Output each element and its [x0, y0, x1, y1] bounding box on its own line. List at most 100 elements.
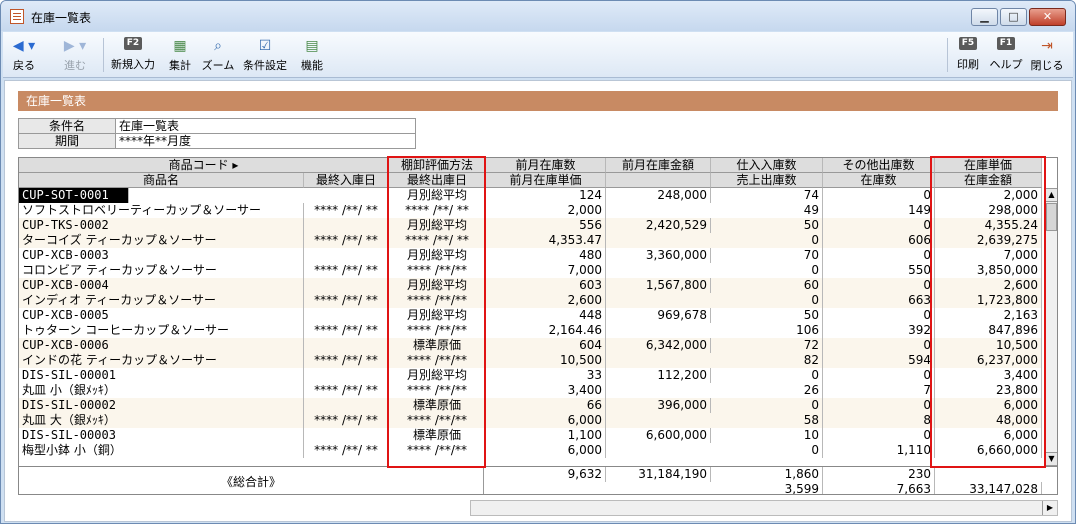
main-window: 在庫一覧表 ▁ □ ✕ ◀ ▾ 戻る ▶ ▾ 進む F2 新規入力 ▦ 集計 ⌕… [0, 0, 1076, 524]
table-row[interactable]: CUP-TKS-0002 月別総平均 556 2,420,529 50 0 4,355.24 [19, 218, 1042, 233]
vertical-scrollbar[interactable]: ▲ ▼ [1044, 188, 1057, 466]
cell-in-qty: 50 [711, 308, 823, 323]
table-row[interactable]: CUP-XCB-0004 月別総平均 603 1,567,800 60 0 2,600 [19, 278, 1042, 293]
help-button[interactable]: F1 ヘルプ [987, 34, 1025, 76]
cell-stock-qty: 550 [823, 263, 935, 278]
cell-stock-amt: 847,896 [935, 323, 1042, 338]
forward-arrow-icon: ▶ ▾ [63, 38, 87, 54]
cell-name: インドの花 ティーカップ＆ソーサー [19, 353, 304, 368]
cell-other-out: 0 [823, 428, 935, 443]
cell-stock-amt: 6,237,000 [935, 353, 1042, 368]
header-purchase-qty: 仕入入庫数 [711, 158, 823, 173]
cell-last-out: **** /**/** [389, 353, 486, 368]
cell-sales-qty: 0 [711, 443, 823, 458]
cell-method: 月別総平均 [389, 218, 486, 233]
cell-unit-price: 2,163 [935, 308, 1042, 323]
table-row[interactable]: コロンビア ティーカップ＆ソーサー **** /**/ ** **** /**/**… [19, 263, 1042, 278]
condition-settings-button[interactable]: ☑ 条件設定 [239, 34, 291, 76]
condition-name-label: 条件名 [18, 118, 116, 134]
table-row[interactable]: 梅型小鉢 小（銅） **** /**/ ** **** /**/** 6,000 0 1,… [19, 443, 1042, 458]
period-label: 期間 [18, 133, 116, 149]
condition-table: 条件名 在庫一覧表 期間 ****年**月度 [18, 118, 416, 149]
table-row[interactable]: インディオ ティーカップ＆ソーサー **** /**/ ** **** /**/**… [19, 293, 1042, 308]
cell-last-in: **** /**/ ** [304, 443, 389, 458]
scroll-down-icon[interactable]: ▼ [1045, 452, 1057, 466]
close-window-button[interactable]: ✕ [1029, 8, 1066, 26]
scroll-thumb[interactable] [1046, 203, 1057, 231]
table-row[interactable]: CUP-SOT-0001 月別総平均 124 248,000 74 0 2,000 [19, 188, 1042, 203]
total-prev-amount: 31,184,190 [606, 467, 711, 482]
minimize-button[interactable]: ▁ [971, 8, 998, 26]
forward-button[interactable]: ▶ ▾ 進む [55, 34, 95, 76]
cell-sales-qty: 58 [711, 413, 823, 428]
horizontal-scrollbar[interactable]: ▶ [470, 500, 1058, 516]
cell-unit-price: 2,600 [935, 278, 1042, 293]
table-row[interactable]: DIS-SIL-00003 標準原価 1,100 6,600,000 10 0 6,000 [19, 428, 1042, 443]
cell-prev-amt: 1,567,800 [606, 278, 711, 293]
cell-last-in: **** /**/ ** [304, 233, 389, 248]
cell-last-in: **** /**/ ** [304, 323, 389, 338]
header-valuation-method: 棚卸評価方法 [389, 158, 486, 173]
cell-unit-price: 10,500 [935, 338, 1042, 353]
cell-prev-unit: 10,500 [486, 353, 606, 368]
scroll-up-icon[interactable]: ▲ [1045, 188, 1057, 202]
header-product-name: 商品名 [19, 173, 304, 188]
table-row[interactable]: 丸皿 大（銀ﾒｯｷ） **** /**/ ** **** /**/** 6,000 58… [19, 413, 1042, 428]
header-row-2: 商品名 最終入庫日 最終出庫日 前月在庫単価 売上出庫数 在庫数 在庫金額 [19, 173, 1042, 188]
cell-stock-qty: 594 [823, 353, 935, 368]
back-button[interactable]: ◀ ▾ 戻る [7, 34, 41, 76]
cell-prev-unit: 6,000 [486, 413, 606, 428]
total-prev-qty: 9,632 [486, 467, 606, 482]
new-entry-button[interactable]: F2 新規入力 [107, 34, 159, 76]
function-button[interactable]: ▤ 機能 [295, 34, 329, 76]
table-row[interactable]: CUP-XCB-0005 月別総平均 448 969,678 50 0 2,163 [19, 308, 1042, 323]
table-row[interactable]: DIS-SIL-00002 標準原価 66 396,000 0 0 6,000 [19, 398, 1042, 413]
section-header: 在庫一覧表 [18, 91, 1058, 111]
cell-name: 梅型小鉢 小（銅） [19, 443, 304, 458]
print-button[interactable]: F5 印刷 [951, 34, 985, 76]
cell-stock-qty: 8 [823, 413, 935, 428]
scroll-right-icon[interactable]: ▶ [1042, 501, 1057, 515]
close-button[interactable]: ⇥ 閉じる [1027, 34, 1067, 76]
table-row[interactable]: トゥターン コーヒーカップ＆ソーサー **** /**/ ** **** /**/*… [19, 323, 1042, 338]
cell-code: CUP-XCB-0004 [19, 278, 304, 293]
cell-last-out: **** /**/** [389, 263, 486, 278]
cell-prev-amt: 3,360,000 [606, 248, 711, 263]
maximize-button[interactable]: □ [1000, 8, 1027, 26]
grand-total-label: 《総合計》 [19, 467, 484, 494]
table-row[interactable]: ソフトストロベリーティーカップ＆ソーサー **** /**/ ** **** /**… [19, 203, 1042, 218]
table-row[interactable]: CUP-XCB-0006 標準原価 604 6,342,000 72 0 10,500 [19, 338, 1042, 353]
cell-prev-amt: 6,342,000 [606, 338, 711, 353]
cell-last-in: **** /**/ ** [304, 353, 389, 368]
total-stock-qty: 7,663 [823, 482, 935, 494]
cell-stock-amt: 23,800 [935, 383, 1042, 398]
zoom-button[interactable]: ⌕ ズーム [199, 34, 237, 76]
cell-in-qty: 50 [711, 218, 823, 233]
cell-stock-amt: 2,639,275 [935, 233, 1042, 248]
cell-code: CUP-XCB-0003 [19, 248, 304, 263]
table-row[interactable]: 丸皿 小（銀ﾒｯｷ） **** /**/ ** **** /**/** 3,400 26… [19, 383, 1042, 398]
inventory-grid[interactable]: 商品コード ▸ 棚卸評価方法 前月在庫数 前月在庫金額 仕入入庫数 その他出庫数… [18, 157, 1058, 495]
cell-method: 月別総平均 [389, 278, 486, 293]
cell-last-out: **** /**/** [389, 443, 486, 458]
cell-unit-price: 2,000 [935, 188, 1042, 203]
aggregate-button[interactable]: ▦ 集計 [163, 34, 197, 76]
cell-prev-qty: 480 [486, 248, 606, 263]
cell-prev-amt: 969,678 [606, 308, 711, 323]
cell-prev-qty: 1,100 [486, 428, 606, 443]
header-last-out-date: 最終出庫日 [389, 173, 486, 188]
table-row[interactable]: CUP-XCB-0003 月別総平均 480 3,360,000 70 0 7,000 [19, 248, 1042, 263]
cell-prev-qty: 66 [486, 398, 606, 413]
cell-name: ソフトストロベリーティーカップ＆ソーサー [19, 203, 304, 218]
cell-unit-price: 6,000 [935, 428, 1042, 443]
table-row[interactable]: ターコイズ ティーカップ＆ソーサー **** /**/ ** **** /**/ *… [19, 233, 1042, 248]
cell-prev-amt: 2,420,529 [606, 218, 711, 233]
cell-in-qty: 0 [711, 398, 823, 413]
cell-stock-qty: 606 [823, 233, 935, 248]
header-product-code[interactable]: 商品コード ▸ [19, 158, 389, 173]
cell-other-out: 0 [823, 248, 935, 263]
cell-code: DIS-SIL-00003 [19, 428, 304, 443]
table-row[interactable]: DIS-SIL-00001 月別総平均 33 112,200 0 0 3,400 [19, 368, 1042, 383]
total-purchase-qty: 1,860 [711, 467, 823, 482]
table-row[interactable]: インドの花 ティーカップ＆ソーサー **** /**/ ** **** /**/**… [19, 353, 1042, 368]
